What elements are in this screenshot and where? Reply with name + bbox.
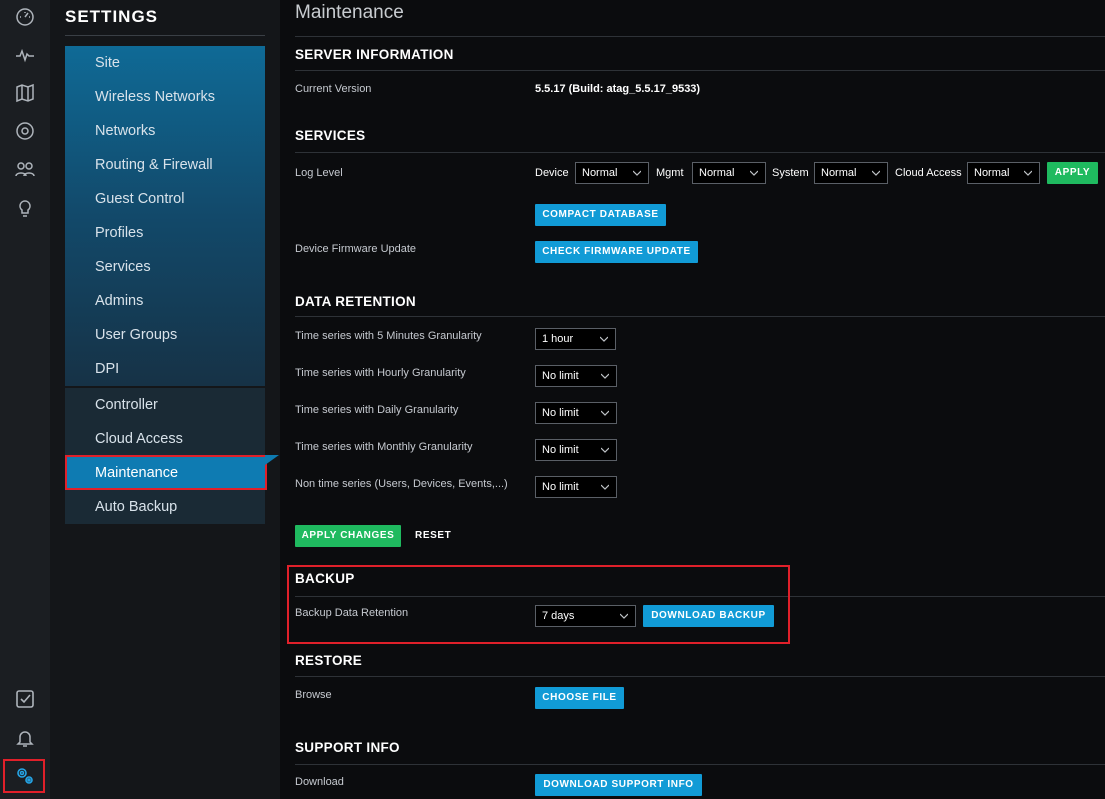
map-icon[interactable] (9, 77, 41, 109)
current-version-value: 5.5.17 (Build: atag_5.5.17_9533) (535, 83, 701, 95)
cloud-access-label: Cloud Access (895, 167, 962, 179)
nav-item-admins[interactable]: Admins (65, 284, 265, 318)
support-download-label: Download (295, 776, 344, 788)
nav-item-site[interactable]: Site (65, 46, 265, 80)
compact-database-button[interactable]: COMPACT DATABASE (535, 204, 666, 226)
mgmt-log-level-select[interactable]: Normal (692, 162, 766, 184)
retention-row-label: Time series with Daily Granularity (295, 404, 459, 416)
active-pointer (265, 455, 279, 465)
divider (295, 676, 1105, 677)
cloud-access-log-level-value: Normal (974, 167, 1010, 179)
retention-5min-select[interactable]: 1 hour (535, 328, 616, 350)
firmware-update-label: Device Firmware Update (295, 243, 417, 255)
chevron-down-icon (633, 170, 641, 176)
cloud-access-log-level-select[interactable]: Normal (967, 162, 1040, 184)
device-log-level-select[interactable]: Normal (575, 162, 649, 184)
retention-row-label: Time series with 5 Minutes Granularity (295, 330, 482, 342)
section-title-backup: BACKUP (295, 571, 355, 586)
backup-retention-value: 7 days (542, 610, 575, 622)
choose-file-button[interactable]: CHOOSE FILE (535, 687, 624, 709)
chevron-down-icon (601, 484, 609, 490)
divider (295, 70, 1105, 71)
divider (65, 35, 265, 36)
nav-item-controller[interactable]: Controller (65, 388, 265, 422)
nav-item-maintenance[interactable]: Maintenance (65, 456, 265, 490)
retention-5min-value: 1 hour (542, 333, 574, 345)
settings-nav: SETTINGS Site Wireless Networks Networks… (50, 0, 280, 799)
retention-hourly-value: No limit (542, 370, 579, 382)
device-label: Device (535, 167, 569, 179)
section-title-data-retention: DATA RETENTION (295, 294, 416, 309)
section-title-server-information: SERVER INFORMATION (295, 47, 454, 62)
retention-non-time-series-select[interactable]: No limit (535, 476, 617, 498)
chevron-down-icon (750, 170, 758, 176)
statistics-icon[interactable] (9, 39, 41, 71)
apply-log-level-button[interactable]: APPLY (1047, 162, 1098, 184)
devices-icon[interactable] (9, 115, 41, 147)
nav-item-user-groups[interactable]: User Groups (65, 318, 265, 352)
chevron-down-icon (1024, 170, 1032, 176)
retention-non-time-series-value: No limit (542, 481, 579, 493)
page-title: Maintenance (295, 2, 404, 23)
retention-row-label: Time series with Monthly Granularity (295, 441, 473, 453)
download-support-info-button[interactable]: DOWNLOAD SUPPORT INFO (535, 774, 702, 796)
retention-monthly-select[interactable]: No limit (535, 439, 617, 461)
settings-title: SETTINGS (65, 7, 159, 26)
divider (295, 152, 1105, 153)
tasks-icon[interactable] (9, 683, 41, 715)
nav-item-profiles[interactable]: Profiles (65, 216, 265, 250)
apply-changes-button[interactable]: APPLY CHANGES (295, 525, 401, 547)
browse-label: Browse (295, 689, 332, 701)
system-label: System (772, 167, 809, 179)
nav-item-routing-firewall[interactable]: Routing & Firewall (65, 148, 265, 182)
log-level-label: Log Level (295, 167, 343, 179)
chevron-down-icon (601, 373, 609, 379)
mgmt-log-level-value: Normal (699, 167, 735, 179)
chevron-down-icon (601, 447, 609, 453)
section-title-support-info: SUPPORT INFO (295, 740, 400, 755)
system-log-level-value: Normal (821, 167, 857, 179)
section-title-services: SERVICES (295, 128, 366, 143)
current-version-label: Current Version (295, 83, 372, 95)
clients-icon[interactable] (9, 153, 41, 185)
retention-daily-select[interactable]: No limit (535, 402, 617, 424)
retention-row-label: Non time series (Users, Devices, Events,… (295, 478, 508, 490)
nav-group-site: Site Wireless Networks Networks Routing … (65, 46, 265, 386)
settings-icon-highlight (3, 759, 45, 793)
nav-item-guest-control[interactable]: Guest Control (65, 182, 265, 216)
nav-item-wireless-networks[interactable]: Wireless Networks (65, 80, 265, 114)
dashboard-icon[interactable] (9, 1, 41, 33)
chevron-down-icon (620, 613, 628, 619)
nav-item-cloud-access[interactable]: Cloud Access (65, 422, 265, 456)
device-log-level-value: Normal (582, 167, 618, 179)
nav-group-controller: Controller Cloud Access Maintenance Auto… (65, 388, 265, 524)
chevron-down-icon (601, 410, 609, 416)
divider (295, 36, 1105, 37)
backup-retention-label: Backup Data Retention (295, 607, 409, 619)
section-title-restore: RESTORE (295, 653, 363, 668)
divider (295, 316, 1105, 317)
divider (295, 596, 1105, 597)
insights-icon[interactable] (9, 193, 41, 225)
chevron-down-icon (600, 336, 608, 342)
check-firmware-update-button[interactable]: CHECK FIRMWARE UPDATE (535, 241, 698, 263)
nav-item-dpi[interactable]: DPI (65, 352, 265, 386)
nav-item-networks[interactable]: Networks (65, 114, 265, 148)
retention-monthly-value: No limit (542, 444, 579, 456)
chevron-down-icon (872, 170, 880, 176)
reset-button[interactable]: RESET (415, 525, 451, 547)
main-content: Maintenance SERVER INFORMATION Current V… (280, 0, 1105, 799)
alerts-icon[interactable] (9, 722, 41, 754)
retention-row-label: Time series with Hourly Granularity (295, 367, 466, 379)
divider (295, 764, 1105, 765)
nav-item-services[interactable]: Services (65, 250, 265, 284)
download-backup-button[interactable]: DOWNLOAD BACKUP (643, 605, 774, 627)
icon-rail (0, 0, 51, 799)
retention-hourly-select[interactable]: No limit (535, 365, 617, 387)
backup-retention-select[interactable]: 7 days (535, 605, 636, 627)
system-log-level-select[interactable]: Normal (814, 162, 888, 184)
mgmt-label: Mgmt (656, 167, 684, 179)
retention-daily-value: No limit (542, 407, 579, 419)
nav-item-auto-backup[interactable]: Auto Backup (65, 490, 265, 524)
